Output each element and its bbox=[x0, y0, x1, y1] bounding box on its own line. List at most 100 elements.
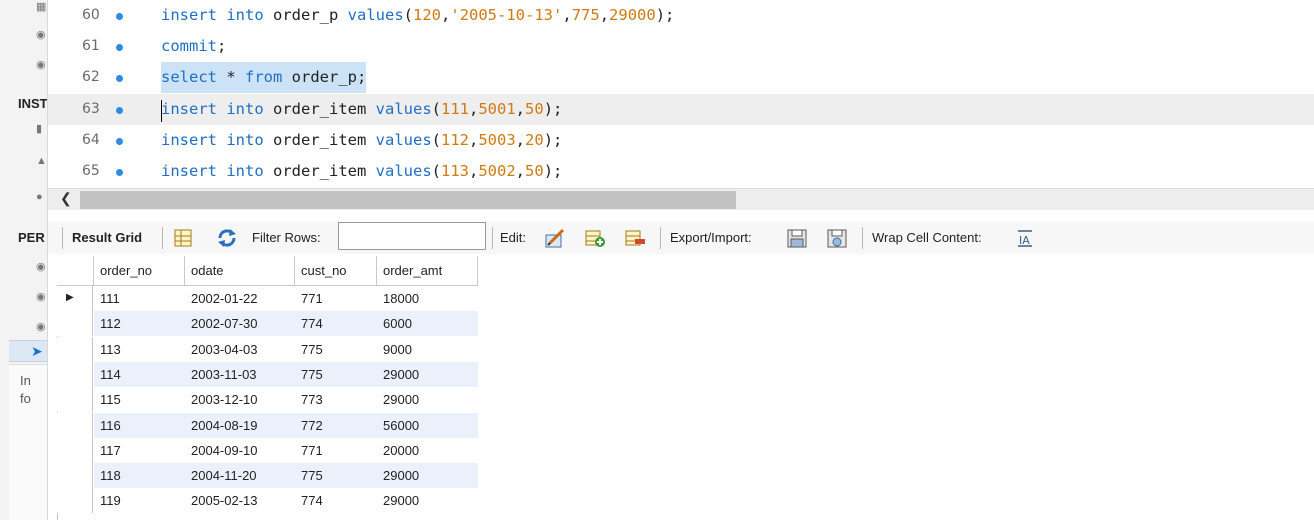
code-line[interactable]: 61 commit; bbox=[48, 31, 1314, 62]
cell-cust-no[interactable]: 775 bbox=[295, 361, 377, 387]
cell-order-amt[interactable]: 9000 bbox=[377, 337, 478, 362]
import-icon[interactable] bbox=[826, 227, 848, 249]
cell-order-amt[interactable]: 6000 bbox=[377, 311, 478, 337]
row-marker[interactable] bbox=[57, 488, 93, 514]
grid-layout-icon[interactable] bbox=[172, 227, 194, 249]
scrollbar-thumb[interactable] bbox=[80, 191, 736, 209]
navigator-tab[interactable]: ➤ bbox=[9, 340, 47, 362]
cell-odate[interactable]: 2005-02-13 bbox=[185, 488, 295, 513]
row-marker[interactable]: ▶ bbox=[57, 286, 93, 311]
scroll-left-icon[interactable]: ❮ bbox=[60, 190, 72, 207]
column-header-order-no[interactable]: order_no bbox=[94, 256, 185, 286]
statement-marker-icon[interactable] bbox=[116, 107, 123, 114]
sql-text: , bbox=[469, 162, 479, 180]
navigator-icon[interactable]: ▦ bbox=[36, 2, 46, 13]
navigator-icon[interactable]: ◉ bbox=[36, 292, 46, 303]
cell-order-no[interactable]: 111 bbox=[94, 286, 185, 311]
cell-cust-no[interactable]: 775 bbox=[295, 463, 377, 489]
cell-order-amt[interactable]: 29000 bbox=[377, 387, 478, 412]
code-line[interactable]: 65 insert into order_item values(113,5002… bbox=[48, 156, 1314, 187]
cell-order-no[interactable]: 118 bbox=[94, 463, 185, 489]
cell-cust-no[interactable]: 773 bbox=[295, 387, 377, 412]
cell-order-no[interactable]: 114 bbox=[94, 361, 185, 387]
statement-marker-icon[interactable] bbox=[116, 169, 123, 176]
cell-order-amt[interactable]: 20000 bbox=[377, 438, 478, 463]
table-row[interactable]: ▶ 111 2002-01-22 771 18000 bbox=[57, 286, 479, 311]
refresh-icon[interactable] bbox=[216, 227, 238, 249]
cell-odate[interactable]: 2003-04-03 bbox=[185, 337, 295, 362]
navigator-icon[interactable]: ● bbox=[36, 192, 46, 203]
row-marker[interactable] bbox=[57, 336, 93, 362]
cell-odate[interactable]: 2004-08-19 bbox=[185, 412, 295, 438]
code-line[interactable]: 63 insert into order_item values(111,5001… bbox=[48, 94, 1314, 125]
cell-order-no[interactable]: 116 bbox=[94, 412, 185, 438]
editor-horizontal-scrollbar[interactable]: ❮ bbox=[48, 188, 1314, 210]
cell-odate[interactable]: 2003-12-10 bbox=[185, 387, 295, 412]
navigator-icon[interactable]: ◉ bbox=[36, 262, 46, 273]
cell-odate[interactable]: 2002-01-22 bbox=[185, 286, 295, 311]
edit-cell-icon[interactable] bbox=[544, 227, 566, 249]
cell-order-amt[interactable]: 56000 bbox=[377, 412, 478, 438]
cell-odate[interactable]: 2002-07-30 bbox=[185, 311, 295, 337]
table-row[interactable]: 118 2004-11-20 775 29000 bbox=[57, 463, 479, 489]
cell-order-amt[interactable]: 29000 bbox=[377, 488, 478, 513]
cell-order-amt[interactable]: 29000 bbox=[377, 463, 478, 489]
code-line[interactable]: 62 select * from order_p; bbox=[48, 62, 1314, 93]
sql-literal: 113 bbox=[441, 162, 469, 180]
navigator-icon[interactable]: ▲ bbox=[36, 156, 47, 167]
column-header-cust-no[interactable]: cust_no bbox=[295, 256, 377, 286]
cell-odate[interactable]: 2004-09-10 bbox=[185, 438, 295, 463]
table-row[interactable]: 116 2004-08-19 772 56000 bbox=[57, 412, 479, 438]
navigator-icon[interactable]: ◉ bbox=[36, 30, 46, 41]
wrap-text-icon[interactable]: IA bbox=[1014, 227, 1036, 249]
sql-literal: 5001 bbox=[478, 100, 516, 118]
table-row[interactable]: 115 2003-12-10 773 29000 bbox=[57, 387, 479, 413]
column-header-order-amt[interactable]: order_amt bbox=[377, 256, 478, 286]
cell-cust-no[interactable]: 772 bbox=[295, 412, 377, 438]
sql-literal: 20 bbox=[525, 131, 544, 149]
table-row[interactable]: 112 2002-07-30 774 6000 bbox=[57, 311, 479, 337]
sql-editor[interactable]: 60 insert into order_p values(120,'2005-1… bbox=[48, 0, 1314, 188]
result-grid-tab[interactable]: Result Grid bbox=[72, 230, 142, 245]
code-line[interactable]: 64 insert into order_item values(112,5003… bbox=[48, 125, 1314, 156]
delete-row-icon[interactable] bbox=[624, 227, 646, 249]
navigator-icon[interactable]: ▮ bbox=[36, 124, 46, 135]
navigator-icon[interactable]: ◉ bbox=[36, 60, 46, 71]
cell-order-no[interactable]: 115 bbox=[94, 387, 185, 412]
cell-cust-no[interactable]: 771 bbox=[295, 438, 377, 463]
export-icon[interactable] bbox=[786, 227, 808, 249]
cell-order-no[interactable]: 117 bbox=[94, 438, 185, 463]
table-row[interactable]: 114 2003-11-03 775 29000 bbox=[57, 361, 479, 387]
cell-order-no[interactable]: 113 bbox=[94, 337, 185, 362]
statement-marker-icon[interactable] bbox=[116, 44, 123, 51]
cell-cust-no[interactable]: 771 bbox=[295, 286, 377, 311]
add-row-icon[interactable] bbox=[584, 227, 606, 249]
statement-marker-icon[interactable] bbox=[116, 13, 123, 20]
table-row[interactable]: 113 2003-04-03 775 9000 bbox=[57, 336, 479, 362]
cell-order-no[interactable]: 119 bbox=[94, 488, 185, 513]
cell-odate[interactable]: 2003-11-03 bbox=[185, 361, 295, 387]
cell-order-amt[interactable]: 18000 bbox=[377, 286, 478, 311]
column-header-odate[interactable]: odate bbox=[185, 256, 295, 286]
info-text-line: fo bbox=[20, 391, 31, 406]
filter-rows-input[interactable] bbox=[338, 222, 486, 250]
navigator-icon[interactable]: ◉ bbox=[36, 322, 46, 333]
line-number: 63 bbox=[82, 101, 100, 117]
cell-cust-no[interactable]: 774 bbox=[295, 311, 377, 337]
row-marker[interactable] bbox=[57, 412, 93, 438]
cell-odate[interactable]: 2004-11-20 bbox=[185, 463, 295, 489]
code-line[interactable]: 60 insert into order_p values(120,'2005-1… bbox=[48, 0, 1314, 31]
cell-cust-no[interactable]: 775 bbox=[295, 337, 377, 362]
statement-marker-icon[interactable] bbox=[116, 138, 123, 145]
table-row[interactable]: 117 2004-09-10 771 20000 bbox=[57, 437, 479, 463]
row-marker[interactable] bbox=[57, 463, 93, 489]
table-row[interactable]: 119 2005-02-13 774 29000 bbox=[57, 488, 479, 514]
row-marker[interactable] bbox=[57, 437, 93, 463]
cell-order-amt[interactable]: 29000 bbox=[377, 361, 478, 387]
cell-order-no[interactable]: 112 bbox=[94, 311, 185, 337]
row-marker[interactable] bbox=[57, 311, 93, 337]
statement-marker-icon[interactable] bbox=[116, 75, 123, 82]
row-marker[interactable] bbox=[57, 361, 93, 387]
cell-cust-no[interactable]: 774 bbox=[295, 488, 377, 513]
row-marker[interactable] bbox=[57, 387, 93, 413]
